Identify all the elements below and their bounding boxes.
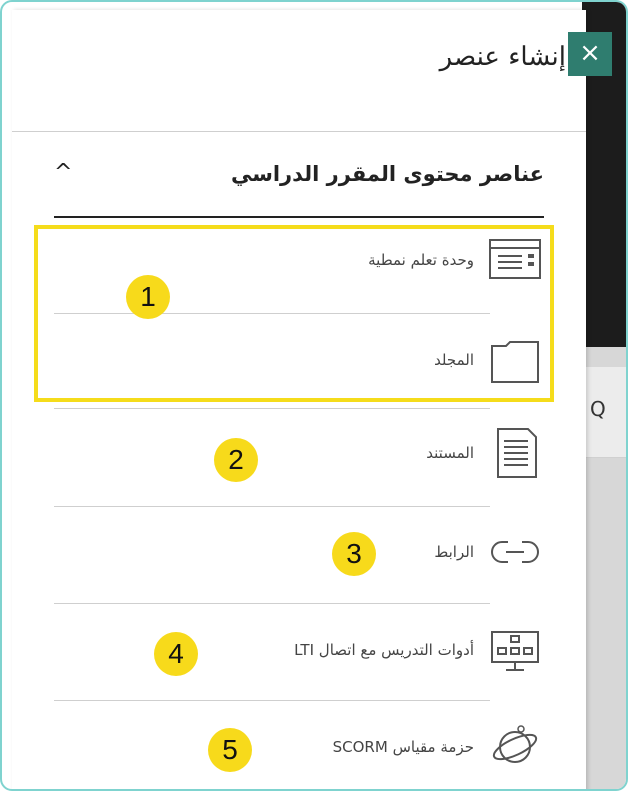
step-badge-3: 3	[332, 532, 376, 576]
close-button[interactable]: ×	[568, 32, 612, 76]
menu-item-link[interactable]: الرابط	[54, 504, 542, 600]
scorm-package-icon	[488, 699, 542, 789]
step-badge-2: 2	[214, 438, 258, 482]
header-divider	[12, 131, 586, 132]
menu-item-label: أدوات التدريس مع اتصال LTI	[294, 641, 474, 659]
background-search-area: Q	[582, 367, 626, 458]
step-badge-1: 1	[126, 275, 170, 319]
menu-item-lti-tool[interactable]: أدوات التدريس مع اتصال LTI	[54, 602, 542, 698]
step-badge-5: 5	[208, 728, 252, 772]
section-title: عناصر محتوى المقرر الدراسي	[230, 162, 544, 186]
menu-item-label: حزمة مقياس SCORM	[332, 738, 474, 756]
screenshot-frame: Q إنشاء عنصر × عناصر محتوى المقرر الدراس…	[0, 0, 628, 791]
menu-item-label: الرابط	[434, 543, 474, 561]
step-badge-4: 4	[154, 632, 198, 676]
highlight-box	[34, 225, 554, 402]
document-icon	[488, 405, 542, 501]
menu-item-label: المستند	[426, 444, 474, 462]
lti-tool-icon	[488, 602, 542, 698]
link-icon	[488, 504, 542, 600]
search-icon[interactable]: Q	[590, 397, 606, 421]
section-header-course-content[interactable]: عناصر محتوى المقرر الدراسي ^	[54, 152, 544, 218]
panel-title: إنشاء عنصر	[439, 42, 566, 72]
menu-item-scorm[interactable]: حزمة مقياس SCORM	[54, 699, 542, 789]
menu-item-document[interactable]: المستند	[54, 405, 542, 501]
chevron-up-icon[interactable]: ^	[54, 160, 72, 185]
